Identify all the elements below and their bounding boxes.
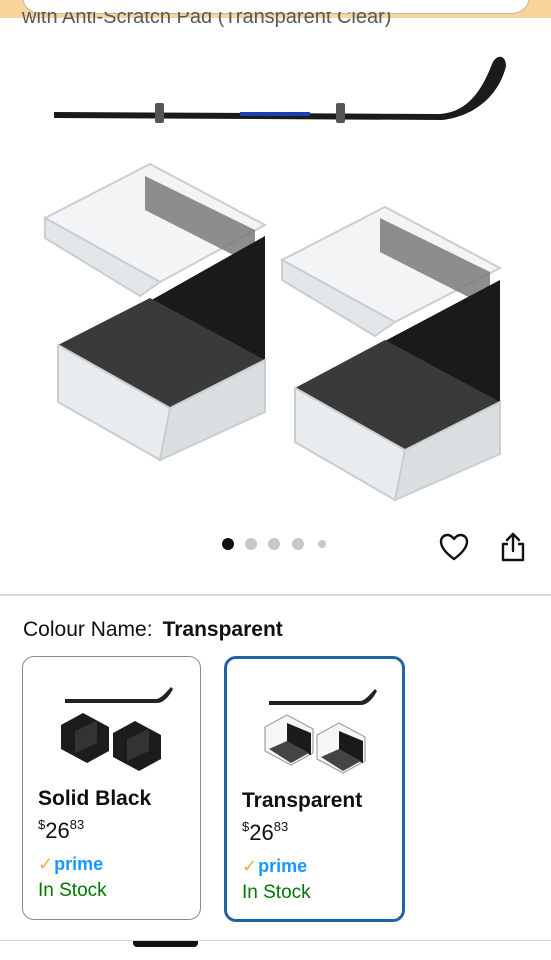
product-image[interactable] [0, 40, 551, 510]
carousel-dot-2[interactable] [245, 538, 257, 550]
holder-image-right [279, 205, 503, 502]
prime-check-icon: ✓ [38, 854, 54, 874]
price-fraction: 83 [69, 817, 85, 832]
price-whole: 26 [249, 820, 274, 845]
carousel-dot-3[interactable] [268, 538, 280, 550]
prime-check-icon: ✓ [242, 856, 258, 876]
carousel-dot-1[interactable] [222, 538, 234, 550]
prime-badge: ✓prime [242, 856, 307, 877]
product-title-text: with Anti-Scratch Pad (Transparent Clear… [22, 12, 392, 28]
colour-label: Colour Name: [23, 618, 153, 641]
colour-selected-value: Transparent [162, 618, 283, 641]
hockey-stick-image [54, 56, 506, 123]
swatch-price: $2683 [38, 817, 84, 844]
share-icon[interactable] [496, 530, 530, 564]
prime-text: prime [258, 856, 308, 876]
prime-badge: ✓prime [38, 854, 103, 875]
heart-icon[interactable] [437, 530, 471, 564]
price-whole: 26 [45, 818, 70, 843]
prime-text: prime [54, 854, 104, 874]
solid-black-thumbnail [61, 687, 173, 771]
swatch-price: $2683 [242, 819, 288, 846]
product-title: with Anti-Scratch Pad (Transparent Clear… [22, 12, 531, 36]
section-divider [0, 594, 551, 596]
swatch-name: Transparent [242, 789, 363, 812]
image-carousel-indicator [0, 530, 551, 562]
bottom-sheet [0, 940, 551, 960]
carousel-dot-4[interactable] [292, 538, 304, 550]
swatch-transparent[interactable]: Transparent $2683 ✓prime In Stock [224, 656, 405, 922]
carousel-dot-5[interactable] [318, 540, 326, 548]
colour-selector-label: Colour Name: Transparent [23, 618, 283, 642]
stock-status: In Stock [242, 882, 311, 903]
holder-image-left [42, 162, 268, 462]
transparent-thumbnail [264, 689, 377, 774]
price-fraction: 83 [273, 819, 289, 834]
swatch-name: Solid Black [38, 787, 152, 810]
sheet-handle[interactable] [133, 941, 198, 947]
stock-status: In Stock [38, 880, 107, 901]
swatch-solid-black[interactable]: Solid Black $2683 ✓prime In Stock [22, 656, 201, 920]
